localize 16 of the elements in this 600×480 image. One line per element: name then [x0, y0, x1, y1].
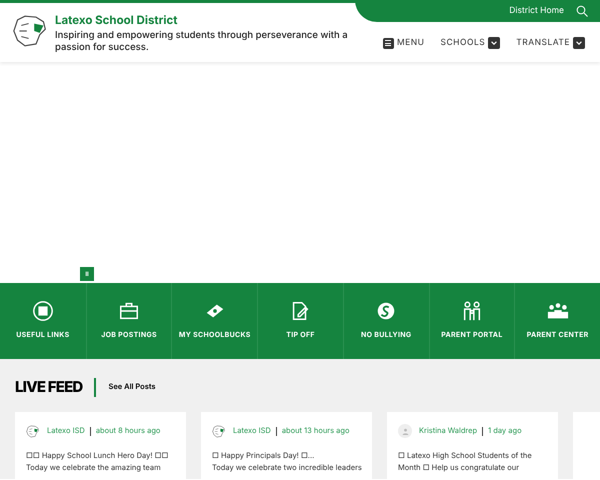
- caret-icon: [488, 37, 500, 50]
- menu-icon: [382, 38, 394, 49]
- section-heading: LIVE FEED: [15, 376, 82, 398]
- nav-button[interactable]: SCHOOLS: [440, 37, 500, 50]
- site-title[interactable]: Latexo School District: [55, 13, 350, 27]
- tiger-logo-icon: [26, 424, 40, 438]
- site-tagline: Inspiring and empowering students through perseverance with a passion for success.: [55, 30, 349, 54]
- search-icon[interactable]: [576, 5, 588, 17]
- tiger-logo-icon: [12, 13, 49, 49]
- district-home-link[interactable]: District Home: [509, 4, 564, 18]
- tiger-logo-icon: [212, 424, 226, 438]
- nav-button[interactable]: MENU: [382, 37, 425, 50]
- nav-button[interactable]: TRANSLATE: [516, 37, 585, 50]
- caret-icon: [573, 37, 585, 50]
- briefcase-icon: [118, 300, 140, 322]
- avatar-icon: [398, 424, 412, 438]
